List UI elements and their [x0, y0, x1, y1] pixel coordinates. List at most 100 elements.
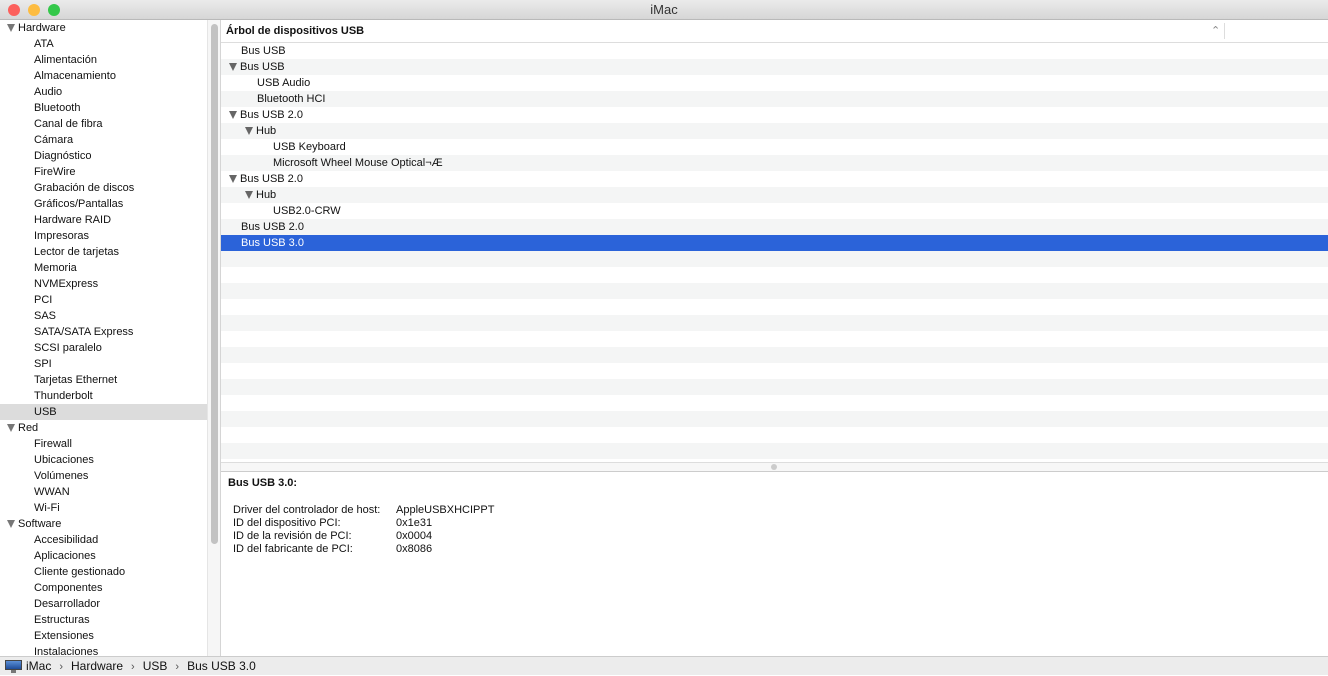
- tree-row[interactable]: Bus USB: [221, 59, 1328, 75]
- tree-row[interactable]: USB Keyboard: [221, 139, 1328, 155]
- detail-field: ID del fabricante de PCI: 0x8086: [228, 543, 1321, 556]
- tree-column-header[interactable]: Árbol de dispositivos USB ⌃: [221, 20, 1328, 43]
- sidebar-item[interactable]: Tarjetas Ethernet: [0, 372, 207, 388]
- sidebar-item-label: Memoria: [34, 262, 77, 274]
- sidebar-item[interactable]: SAS: [0, 308, 207, 324]
- sidebar-item[interactable]: SATA/SATA Express: [0, 324, 207, 340]
- sidebar-item[interactable]: Accesibilidad: [0, 532, 207, 548]
- sidebar-item[interactable]: Lector de tarjetas: [0, 244, 207, 260]
- breadcrumb-separator: ›: [175, 660, 180, 673]
- sidebar-item[interactable]: Firewall: [0, 436, 207, 452]
- sidebar-item[interactable]: Almacenamiento: [0, 68, 207, 84]
- tree-row-label: Hub: [256, 189, 277, 201]
- sidebar-item[interactable]: Estructuras: [0, 612, 207, 628]
- field-key: ID de la revisión de PCI:: [233, 530, 352, 542]
- sidebar-section[interactable]: Red: [0, 420, 207, 436]
- empty-row: [221, 251, 1328, 267]
- sidebar-item[interactable]: Desarrollador: [0, 596, 207, 612]
- sidebar-item[interactable]: Diagnóstico: [0, 148, 207, 164]
- sidebar-item[interactable]: Gráficos/Pantallas: [0, 196, 207, 212]
- tree-row-label: Bus USB: [240, 61, 285, 73]
- sidebar-item-label: PCI: [34, 294, 53, 306]
- disclosure-triangle-icon[interactable]: [7, 424, 15, 432]
- tree-row[interactable]: Bus USB 2.0: [221, 171, 1328, 187]
- scrollbar-thumb[interactable]: [211, 24, 218, 544]
- sidebar-item-label: Lector de tarjetas: [34, 246, 119, 258]
- sidebar-item-label: USB: [34, 406, 57, 418]
- minimize-button[interactable]: [28, 4, 40, 16]
- sidebar-item[interactable]: Thunderbolt: [0, 388, 207, 404]
- column-title: Árbol de dispositivos USB: [226, 25, 365, 37]
- zoom-button[interactable]: [48, 4, 60, 16]
- sidebar-item[interactable]: Audio: [0, 84, 207, 100]
- tree-row[interactable]: USB Audio: [221, 75, 1328, 91]
- sidebar-item[interactable]: Bluetooth: [0, 100, 207, 116]
- sidebar-item[interactable]: Cliente gestionado: [0, 564, 207, 580]
- field-value: 0x1e31: [396, 517, 433, 529]
- disclosure-triangle-icon[interactable]: [245, 127, 253, 135]
- sidebar-item-label: WWAN: [34, 486, 70, 498]
- breadcrumb-item[interactable]: USB: [143, 659, 168, 673]
- tree-row[interactable]: Hub: [221, 187, 1328, 203]
- sidebar-item[interactable]: Alimentación: [0, 52, 207, 68]
- sidebar-item[interactable]: SPI: [0, 356, 207, 372]
- sidebar-item[interactable]: Cámara: [0, 132, 207, 148]
- sidebar-item[interactable]: Wi-Fi: [0, 500, 207, 516]
- disclosure-triangle-icon[interactable]: [245, 191, 253, 199]
- breadcrumb-separator: ›: [131, 660, 135, 673]
- sidebar-item[interactable]: Memoria: [0, 260, 207, 276]
- disclosure-triangle-icon[interactable]: [7, 520, 15, 528]
- tree-row-label: USB Keyboard: [273, 141, 346, 153]
- disclosure-triangle-icon[interactable]: [229, 175, 237, 183]
- sidebar-item[interactable]: FireWire: [0, 164, 207, 180]
- tree-row-label: USB Audio: [257, 77, 311, 89]
- sidebar-item[interactable]: Aplicaciones: [0, 548, 207, 564]
- breadcrumb-item[interactable]: iMac: [26, 659, 51, 673]
- tree-row[interactable]: Bus USB 2.0: [221, 219, 1328, 235]
- sidebar-item[interactable]: Impresoras: [0, 228, 207, 244]
- sidebar-section[interactable]: Software: [0, 516, 207, 532]
- sidebar-item[interactable]: Volúmenes: [0, 468, 207, 484]
- sidebar-scrollbar[interactable]: [207, 20, 221, 656]
- tree-row[interactable]: Hub: [221, 123, 1328, 139]
- sidebar-item[interactable]: Grabación de discos: [0, 180, 207, 196]
- sidebar-item[interactable]: Componentes: [0, 580, 207, 596]
- tree-row[interactable]: Bus USB: [221, 43, 1328, 59]
- split-divider[interactable]: [221, 462, 1328, 472]
- tree-row[interactable]: Bus USB 3.0: [221, 235, 1328, 251]
- sidebar-item-label: Wi-Fi: [34, 502, 60, 514]
- sidebar-item[interactable]: Instalaciones: [0, 644, 207, 656]
- sidebar-item-label: Cámara: [34, 134, 74, 146]
- usb-device-tree: Árbol de dispositivos USB ⌃ Bus USB Bus U…: [221, 20, 1328, 462]
- sidebar-item[interactable]: WWAN: [0, 484, 207, 500]
- sort-chevron-up-icon[interactable]: ⌃: [1211, 20, 1220, 42]
- sidebar-item[interactable]: SCSI paralelo: [0, 340, 207, 356]
- sidebar-item[interactable]: USB: [0, 404, 207, 420]
- sidebar-item[interactable]: Ubicaciones: [0, 452, 207, 468]
- tree-row[interactable]: Bus USB 2.0: [221, 107, 1328, 123]
- tree-row[interactable]: Microsoft Wheel Mouse Optical¬Æ: [221, 155, 1328, 171]
- sidebar-item-label: Hardware RAID: [34, 214, 112, 226]
- sidebar-item[interactable]: NVMExpress: [0, 276, 207, 292]
- sidebar-section[interactable]: Hardware: [0, 20, 207, 36]
- sidebar-item[interactable]: Canal de fibra: [0, 116, 207, 132]
- empty-row: [221, 427, 1328, 443]
- sidebar-item[interactable]: Extensiones: [0, 628, 207, 644]
- disclosure-triangle-icon[interactable]: [7, 24, 15, 32]
- sidebar-item[interactable]: Hardware RAID: [0, 212, 207, 228]
- sidebar-item-label: Desarrollador: [34, 598, 101, 610]
- sidebar-item-label: SATA/SATA Express: [34, 326, 134, 338]
- breadcrumb-item[interactable]: Bus USB 3.0: [187, 659, 256, 673]
- sidebar-item[interactable]: PCI: [0, 292, 207, 308]
- tree-row[interactable]: Bluetooth HCI: [221, 91, 1328, 107]
- divider-handle-icon[interactable]: [771, 464, 777, 470]
- sidebar-item[interactable]: ATA: [0, 36, 207, 52]
- breadcrumb-item[interactable]: Hardware: [71, 659, 123, 673]
- tree-row[interactable]: USB2.0-CRW: [221, 203, 1328, 219]
- disclosure-triangle-icon[interactable]: [229, 63, 237, 71]
- sidebar-item-label: Software: [18, 518, 62, 530]
- close-button[interactable]: [8, 4, 20, 16]
- field-key: ID del dispositivo PCI:: [233, 517, 341, 529]
- disclosure-triangle-icon[interactable]: [229, 111, 237, 119]
- sidebar-item-label: SPI: [34, 358, 52, 370]
